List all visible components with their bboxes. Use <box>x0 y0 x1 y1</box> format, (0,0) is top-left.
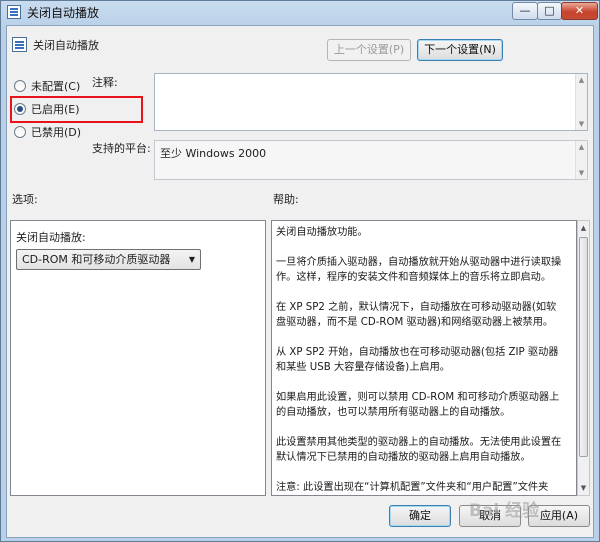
highlight-box <box>10 96 143 123</box>
drive-type-select[interactable]: CD-ROM 和可移动介质驱动器 ▼ <box>16 249 201 270</box>
policy-window: 关闭自动播放 — □ ✕ 关闭自动播放 上一个设置(P) 下一个设置(N) 未配… <box>0 0 600 542</box>
help-scrollbar[interactable]: ▲ ▼ <box>577 220 590 496</box>
radio-not-configured[interactable]: 未配置(C) <box>14 78 80 94</box>
help-paragraph: 一旦将介质插入驱动器，自动播放就开始从驱动器中进行读取操作。这样，程序的安装文件… <box>276 257 562 283</box>
comment-field[interactable]: ▲ ▼ <box>154 73 588 131</box>
select-value: CD-ROM 和可移动介质驱动器 <box>22 253 171 266</box>
title-bar[interactable]: 关闭自动播放 — □ ✕ <box>1 1 599 23</box>
options-label: 选项: <box>12 193 38 206</box>
help-text: 关闭自动播放功能。 一旦将介质插入驱动器，自动播放就开始从驱动器中进行读取操作。… <box>276 225 562 495</box>
help-paragraph: 关闭自动播放功能。 <box>276 227 368 238</box>
platform-label: 支持的平台: <box>92 142 151 155</box>
scroll-down-icon[interactable]: ▼ <box>578 481 589 495</box>
platform-scrollbar[interactable]: ▲ ▼ <box>575 141 587 179</box>
comment-label: 注释: <box>92 76 118 89</box>
help-paragraph: 如果启用此设置，则可以禁用 CD-ROM 和可移动介质驱动器上的自动播放，也可以… <box>276 392 560 418</box>
maximize-button[interactable]: □ <box>537 2 562 20</box>
scroll-up-icon[interactable]: ▲ <box>576 141 587 153</box>
setting-icon <box>12 37 27 52</box>
scroll-up-icon[interactable]: ▲ <box>578 221 589 235</box>
scroll-down-icon[interactable]: ▼ <box>576 118 587 130</box>
radio-disabled[interactable]: 已禁用(D) <box>14 124 81 140</box>
previous-setting-button[interactable]: 上一个设置(P) <box>327 39 411 61</box>
next-setting-button[interactable]: 下一个设置(N) <box>417 39 503 61</box>
minimize-button[interactable]: — <box>512 2 538 20</box>
dialog-body: 关闭自动播放 上一个设置(P) 下一个设置(N) 未配置(C) 已启用(E) 已… <box>6 25 594 538</box>
scroll-down-icon[interactable]: ▼ <box>576 167 587 179</box>
platform-field: 至少 Windows 2000 ▲ ▼ <box>154 140 588 180</box>
scroll-up-icon[interactable]: ▲ <box>576 74 587 86</box>
options-panel: 关闭自动播放: CD-ROM 和可移动介质驱动器 ▼ <box>10 220 266 496</box>
platform-value: 至少 Windows 2000 <box>160 147 267 160</box>
baidu-watermark: Bai 经验 <box>469 501 540 521</box>
radio-circle[interactable] <box>14 80 26 92</box>
close-button[interactable]: ✕ <box>561 2 598 20</box>
chevron-down-icon: ▼ <box>188 255 195 264</box>
comment-scrollbar[interactable]: ▲ ▼ <box>575 74 587 130</box>
help-label: 帮助: <box>273 193 299 206</box>
help-paragraph: 此设置禁用其他类型的驱动器上的自动播放。无法使用此设置在默认情况下已禁用的自动播… <box>276 437 562 463</box>
help-paragraph: 注意: 此设置出现在“计算机配置”文件夹和“用户配置”文件夹 <box>276 482 549 493</box>
radio-label: 已禁用(D) <box>31 126 82 139</box>
help-paragraph: 在 XP SP2 之前，默认情况下，自动播放在可移动驱动器(如软盘驱动器，而不是… <box>276 302 557 328</box>
setting-title: 关闭自动播放 <box>33 39 99 52</box>
radio-label: 未配置(C) <box>31 80 81 93</box>
help-paragraph: 从 XP SP2 开始，自动播放也在可移动驱动器(包括 ZIP 驱动器和某些 U… <box>276 347 559 373</box>
ok-button[interactable]: 确定 <box>389 505 451 527</box>
scroll-thumb[interactable] <box>579 237 588 457</box>
help-panel: 关闭自动播放功能。 一旦将介质插入驱动器，自动播放就开始从驱动器中进行读取操作。… <box>271 220 577 496</box>
window-title: 关闭自动播放 <box>27 6 100 20</box>
radio-circle[interactable] <box>14 126 26 138</box>
policy-icon <box>7 5 21 19</box>
autoplay-field-label: 关闭自动播放: <box>16 231 86 244</box>
